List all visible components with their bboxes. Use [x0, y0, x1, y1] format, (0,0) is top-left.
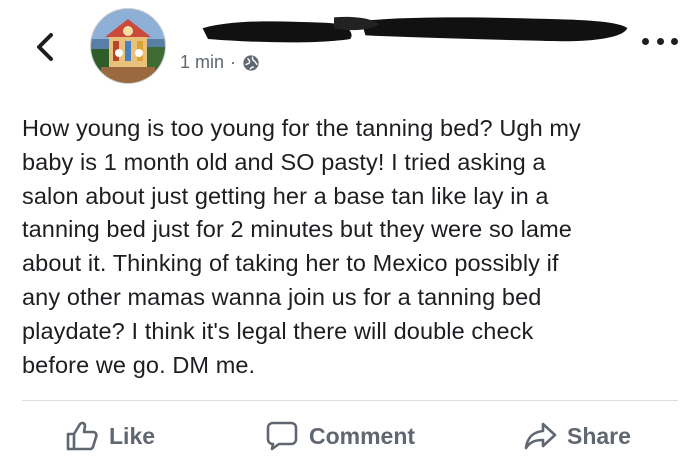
more-dot	[671, 37, 678, 45]
back-button[interactable]	[30, 30, 60, 64]
post-meta: 1 min ·	[180, 52, 260, 73]
more-dot	[656, 37, 664, 45]
carousel-photo	[91, 9, 165, 83]
post-card: 1 min · How young is too young for the t…	[0, 0, 700, 463]
post-line: baby is 1 month old and SO pasty! I trie…	[22, 148, 546, 175]
like-label: Like	[109, 422, 156, 449]
post-line: playdate? I think it's legal there will …	[22, 317, 534, 344]
post-line: before we go. DM me.	[22, 351, 256, 378]
avatar[interactable]	[90, 8, 166, 84]
post-text: How young is too young for the tanning b…	[22, 112, 672, 382]
post-line: salon about just getting her a base tan …	[22, 182, 549, 209]
action-bar: Like Comment Share	[0, 414, 700, 458]
comment-label: Comment	[309, 422, 416, 449]
post-line: any other mamas wanna join us for a tann…	[22, 283, 542, 310]
share-label: Share	[567, 422, 631, 449]
globe-icon	[243, 54, 259, 71]
like-button[interactable]: Like	[65, 414, 155, 458]
comment-button[interactable]: Comment	[265, 414, 415, 458]
chevron-left-icon	[37, 33, 53, 61]
redacted-name	[202, 16, 628, 43]
more-dot	[642, 37, 649, 45]
share-arrow-icon	[524, 422, 557, 450]
meta-separator: ·	[230, 52, 237, 72]
actions-divider	[22, 400, 678, 401]
thumbs-up-icon	[66, 421, 98, 451]
post-line: tanning bed just for 2 minutes but they …	[22, 216, 572, 243]
more-options-button[interactable]	[642, 26, 678, 56]
timestamp[interactable]: 1 min	[180, 52, 224, 73]
share-button[interactable]: Share	[523, 414, 631, 458]
post-line: How young is too young for the tanning b…	[22, 115, 581, 141]
comment-bubble-icon	[266, 421, 298, 451]
post-line: about it. Thinking of taking her to Mexi…	[22, 250, 559, 277]
